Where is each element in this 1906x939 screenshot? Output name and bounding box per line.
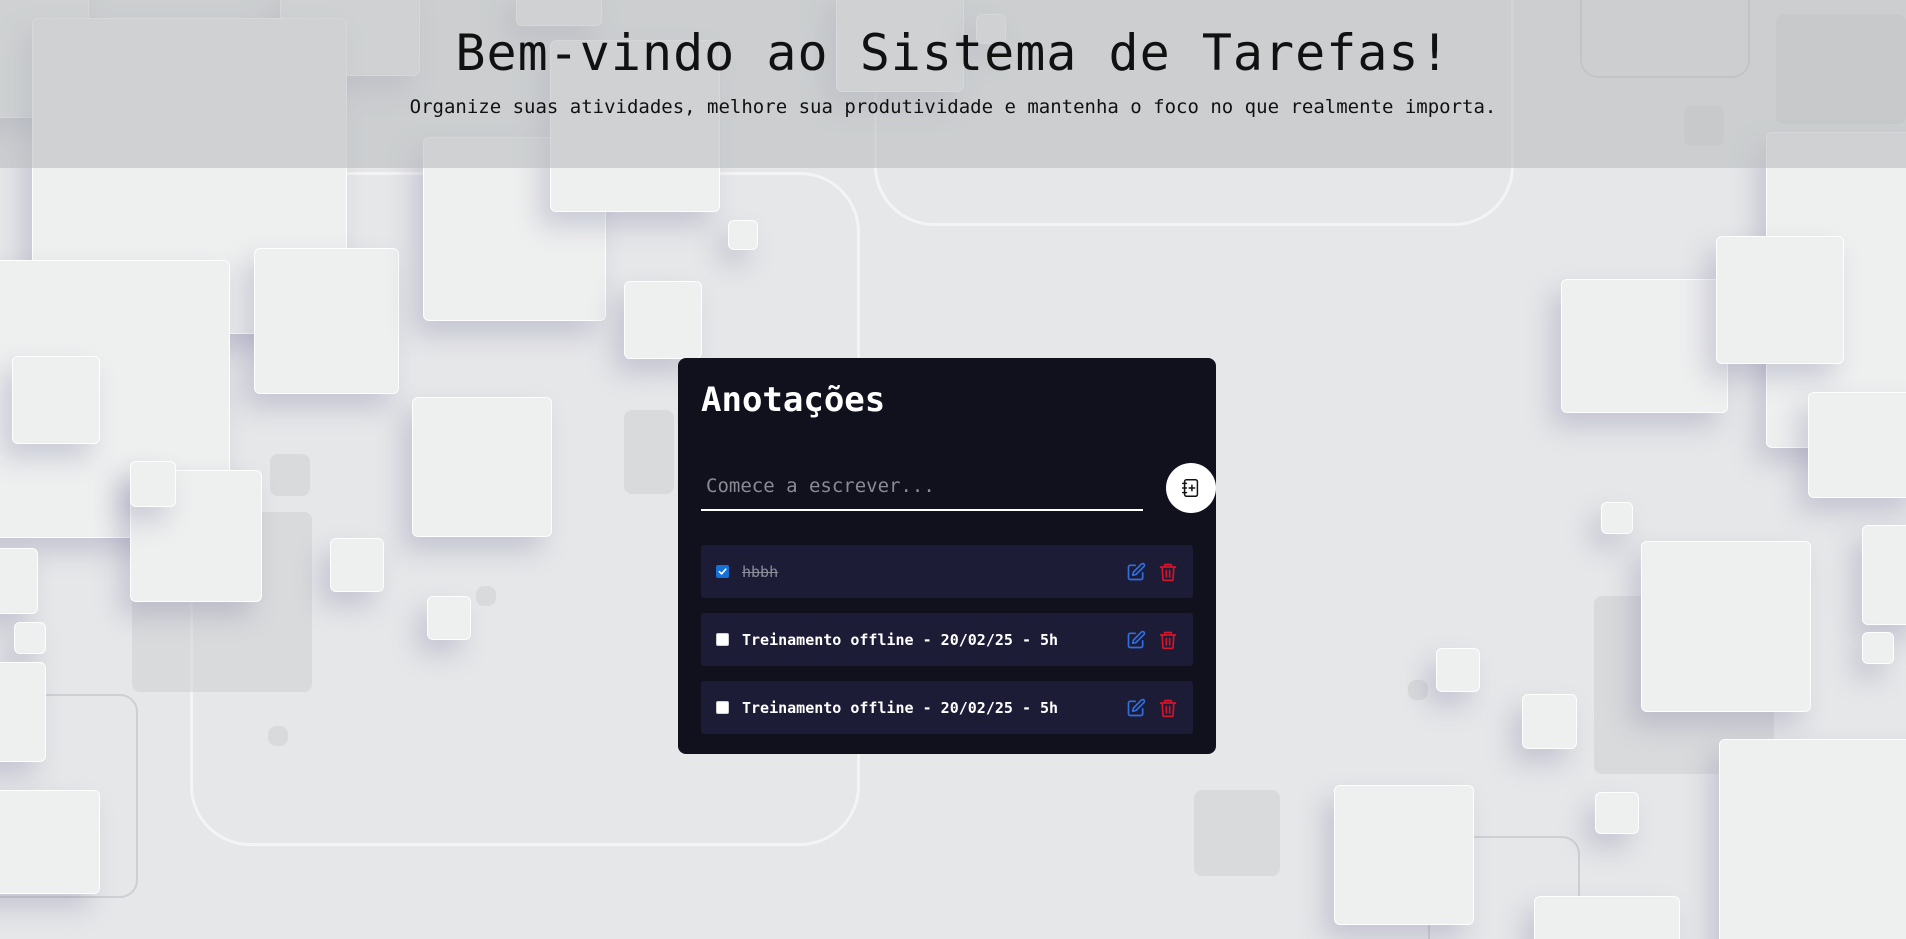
edit-icon[interactable] [1125, 697, 1147, 719]
edit-icon[interactable] [1125, 629, 1147, 651]
note-text: hbbh [742, 562, 779, 581]
add-note-button[interactable] [1166, 463, 1216, 513]
note-actions [1125, 629, 1179, 651]
trash-icon[interactable] [1157, 561, 1179, 583]
note-item: hbbh [701, 545, 1193, 598]
trash-icon[interactable] [1157, 697, 1179, 719]
note-checkbox[interactable] [716, 565, 729, 578]
note-input[interactable] [701, 463, 1143, 511]
note-actions [1125, 561, 1179, 583]
new-note-row [701, 463, 1216, 513]
notes-list: hbbh Treinamento offline - 20/02/25 - 5h… [701, 545, 1193, 749]
page-subtitle: Organize suas atividades, melhore sua pr… [409, 96, 1497, 118]
note-text: Treinamento offline - 20/02/25 - 5h [742, 698, 1059, 717]
note-text: Treinamento offline - 20/02/25 - 5h [742, 630, 1059, 649]
trash-icon[interactable] [1157, 629, 1179, 651]
page-title: Bem-vindo ao Sistema de Tarefas! [455, 24, 1451, 82]
note-item: Treinamento offline - 20/02/25 - 5h [701, 681, 1193, 734]
note-checkbox[interactable] [716, 633, 729, 646]
checkmark-icon [718, 568, 727, 575]
note-actions [1125, 697, 1179, 719]
add-note-icon [1180, 477, 1202, 499]
edit-icon[interactable] [1125, 561, 1147, 583]
notes-card: Anotações hbbh [678, 358, 1216, 754]
note-checkbox[interactable] [716, 701, 729, 714]
card-title: Anotações [701, 380, 886, 420]
page-header: Bem-vindo ao Sistema de Tarefas! Organiz… [0, 0, 1906, 168]
note-item: Treinamento offline - 20/02/25 - 5h [701, 613, 1193, 666]
